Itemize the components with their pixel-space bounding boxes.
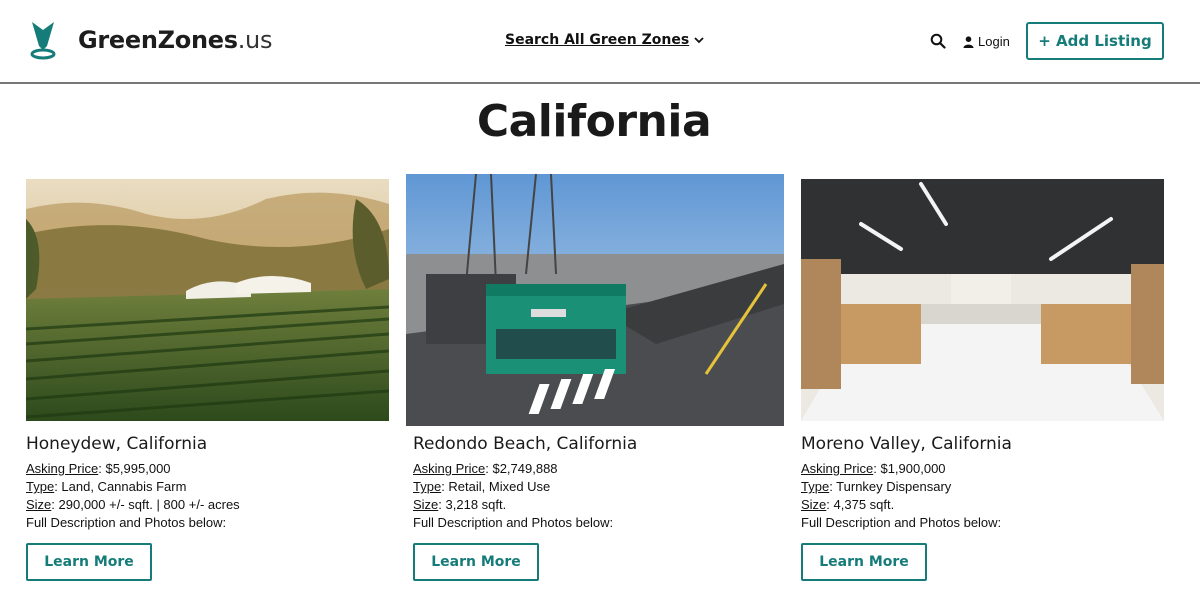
listing-title[interactable]: Redondo Beach, California	[413, 434, 637, 454]
chevron-down-icon	[694, 37, 704, 44]
learn-more-button[interactable]: Learn More	[413, 543, 539, 581]
size-value: : 3,218 sqft.	[438, 497, 507, 512]
asking-price-row: Asking Price: $5,995,000	[26, 460, 171, 478]
description-note: Full Description and Photos below:	[413, 515, 614, 530]
dispensary-interior-photo	[801, 179, 1164, 421]
size-row: Size: 3,218 sqft.	[413, 496, 506, 514]
login-link[interactable]: Login	[963, 34, 1010, 49]
type-label: Type	[26, 479, 55, 494]
type-row: Type: Land, Cannabis Farm	[26, 478, 186, 496]
user-icon	[963, 35, 974, 48]
asking-price-row: Asking Price: $2,749,888	[413, 460, 558, 478]
cannabis-farm-photo	[26, 179, 389, 421]
type-value: : Turnkey Dispensary	[829, 479, 952, 494]
listing-image-honeydew[interactable]	[26, 179, 389, 421]
site-logo[interactable]: GreenZones.us	[30, 20, 272, 60]
learn-more-button[interactable]: Learn More	[801, 543, 927, 581]
asking-price-row: Asking Price: $1,900,000	[801, 460, 946, 478]
logo-wordmark: GreenZones.us	[78, 26, 272, 54]
asking-price-label: Asking Price	[26, 461, 99, 476]
listing-image-moreno-valley[interactable]	[801, 179, 1164, 421]
description-note: Full Description and Photos below:	[801, 515, 1002, 530]
size-value: : 290,000 +/- sqft. | 800 +/- acres	[51, 497, 240, 512]
search-icon[interactable]	[930, 33, 946, 49]
street-building-photo	[406, 174, 784, 426]
type-label: Type	[801, 479, 830, 494]
type-row: Type: Turnkey Dispensary	[801, 478, 951, 496]
asking-price-value: : $2,749,888	[485, 461, 558, 476]
logo-light-text: .us	[237, 26, 273, 54]
login-label: Login	[978, 34, 1010, 49]
size-label: Size	[26, 497, 52, 512]
page-title: California	[476, 96, 712, 147]
type-value: : Land, Cannabis Farm	[54, 479, 187, 494]
size-row: Size: 4,375 sqft.	[801, 496, 894, 514]
logo-bold-text: GreenZones	[78, 26, 238, 54]
type-row: Type: Retail, Mixed Use	[413, 478, 550, 496]
learn-more-button[interactable]: Learn More	[26, 543, 152, 581]
listing-title[interactable]: Honeydew, California	[26, 434, 207, 454]
listing-image-redondo-beach[interactable]	[406, 174, 784, 426]
type-label: Type	[413, 479, 442, 494]
asking-price-label: Asking Price	[801, 461, 874, 476]
asking-price-value: : $1,900,000	[873, 461, 946, 476]
type-value: : Retail, Mixed Use	[441, 479, 551, 494]
size-value: : 4,375 sqft.	[826, 497, 895, 512]
site-header: GreenZones.us Search All Green Zones Log…	[0, 0, 1200, 84]
search-all-label: Search All Green Zones	[505, 32, 690, 48]
size-label: Size	[413, 497, 439, 512]
asking-price-value: : $5,995,000	[98, 461, 171, 476]
search-all-dropdown[interactable]: Search All Green Zones	[505, 32, 704, 48]
listing-title[interactable]: Moreno Valley, California	[801, 434, 1012, 454]
location-pin-logo-icon	[30, 22, 56, 60]
size-label: Size	[801, 497, 827, 512]
description-note: Full Description and Photos below:	[26, 515, 227, 530]
asking-price-label: Asking Price	[413, 461, 486, 476]
size-row: Size: 290,000 +/- sqft. | 800 +/- acres	[26, 496, 240, 514]
add-listing-button[interactable]: + Add Listing	[1026, 22, 1164, 60]
